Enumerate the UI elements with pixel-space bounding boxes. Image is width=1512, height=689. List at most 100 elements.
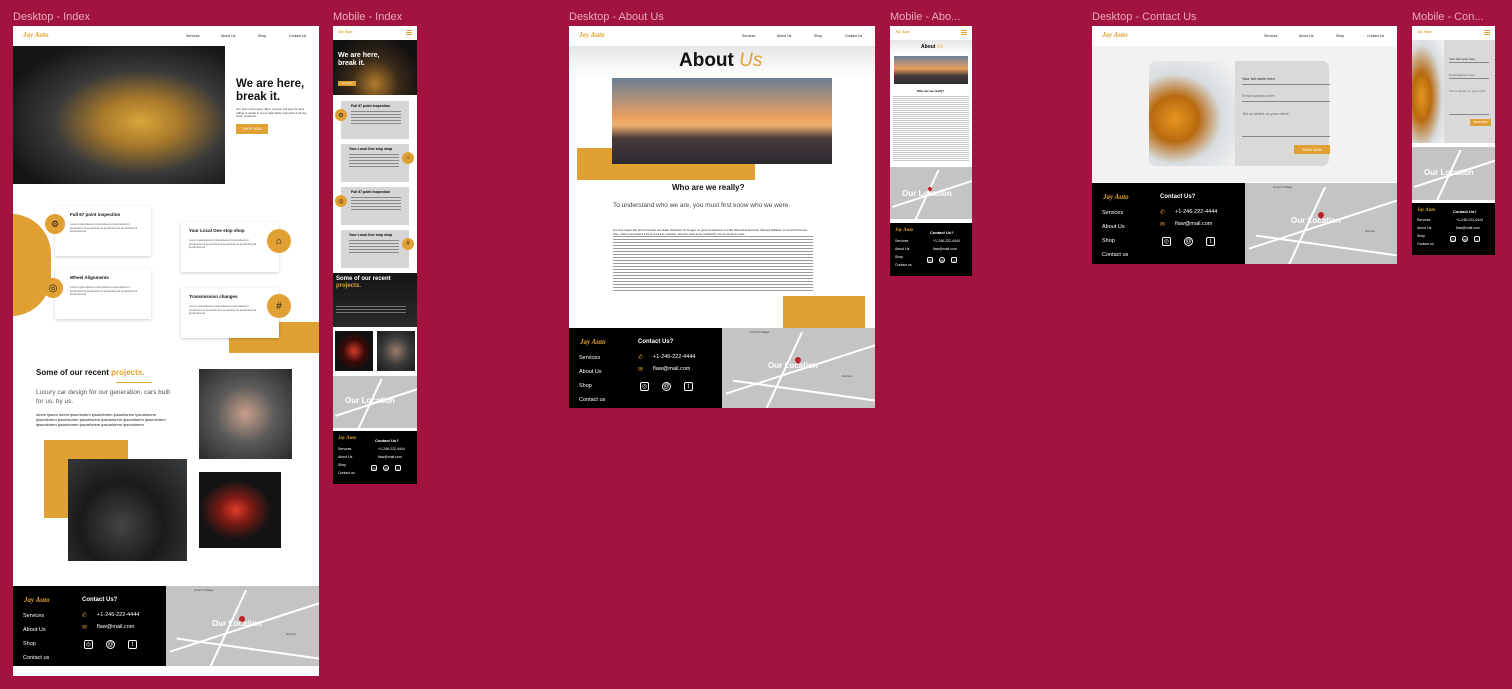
instagram-icon[interactable]: ◎ (371, 465, 377, 471)
footer-link-about[interactable]: About Us (338, 455, 352, 459)
footer-link-services[interactable]: Services (23, 613, 44, 619)
hamburger-menu-icon[interactable] (961, 30, 967, 35)
footer-link-services[interactable]: Services (579, 355, 600, 361)
threads-icon[interactable]: @ (106, 640, 115, 649)
footer-logo[interactable]: Jay Auto (580, 338, 606, 346)
nav-contact[interactable]: Contact Us (845, 34, 862, 38)
hamburger-menu-icon[interactable] (1484, 30, 1490, 35)
footer-email[interactable]: flaw@mail.com (1456, 226, 1480, 230)
footer-link-contact[interactable]: Contact us (1102, 252, 1128, 258)
logo[interactable]: Jay Auto (338, 29, 353, 34)
nav-services[interactable]: Services (186, 34, 199, 38)
send-now-button[interactable]: SEND NOW (1294, 145, 1330, 154)
nav-shop[interactable]: Shop (1336, 34, 1344, 38)
footer-phone[interactable]: +1-246-222-4444 (653, 354, 695, 360)
footer-logo[interactable]: Jay Auto (1103, 193, 1129, 201)
footer-link-services[interactable]: Services (895, 239, 908, 243)
twitter-icon[interactable]: t (684, 382, 693, 391)
message-field[interactable] (1242, 136, 1330, 137)
footer-link-contact[interactable]: Contact us (338, 471, 355, 475)
send-now-button[interactable]: SEND NOW (1470, 119, 1491, 126)
footer-link-about[interactable]: About Us (1417, 226, 1431, 230)
footer-link-contact[interactable]: Contact us (895, 263, 912, 267)
footer-link-shop[interactable]: Shop (1102, 238, 1115, 244)
instagram-icon[interactable]: ◎ (84, 640, 93, 649)
nav-about[interactable]: About Us (221, 34, 235, 38)
threads-icon[interactable]: @ (383, 465, 389, 471)
location-map[interactable]: Our Location Church Village Harrow (166, 586, 319, 666)
projects-body: lorem ipsum lorem ipsumlorem ipsumlorem … (36, 412, 166, 427)
nav-contact[interactable]: Contact Us (1367, 34, 1384, 38)
twitter-icon[interactable]: t (1206, 237, 1215, 246)
instagram-icon[interactable]: ◎ (640, 382, 649, 391)
threads-icon[interactable]: @ (1184, 237, 1193, 246)
footer-link-shop[interactable]: Shop (23, 641, 36, 647)
nav-shop[interactable]: Shop (258, 34, 266, 38)
logo[interactable]: Jay Auto (23, 31, 49, 39)
footer-link-services[interactable]: Services (1102, 210, 1123, 216)
logo[interactable]: Jay Auto (895, 29, 910, 34)
footer-email[interactable]: flaw@mail.com (97, 624, 134, 630)
footer-email[interactable]: flaw@mail.com (378, 455, 402, 459)
nav-shop[interactable]: Shop (814, 34, 822, 38)
email-field[interactable] (1449, 78, 1489, 79)
footer-email[interactable]: flaw@mail.com (933, 247, 957, 251)
threads-icon[interactable]: @ (1462, 236, 1468, 242)
footer-logo[interactable]: Jay Auto (1417, 208, 1435, 213)
footer-logo[interactable]: Jay Auto (895, 228, 913, 233)
nav-services[interactable]: Services (742, 34, 755, 38)
footer-phone[interactable]: +1-246-222-4444 (933, 239, 960, 243)
logo[interactable]: Jay Auto (1102, 31, 1128, 39)
location-map[interactable]: Our Location Church Village Harrow (722, 328, 875, 408)
instagram-icon[interactable]: ◎ (1162, 237, 1171, 246)
shop-now-button[interactable]: SHOP NOW (236, 124, 268, 134)
message-field-label: Tell us what's on your mind! (1242, 112, 1289, 116)
email-field[interactable] (1242, 101, 1330, 102)
threads-icon[interactable]: @ (662, 382, 671, 391)
footer-email[interactable]: flaw@mail.com (1175, 221, 1212, 227)
footer-phone[interactable]: +1-246-222-4444 (1456, 218, 1483, 222)
logo[interactable]: Jay Auto (579, 31, 605, 39)
footer-link-about[interactable]: About Us (579, 369, 602, 375)
footer-link-shop[interactable]: Shop (338, 463, 346, 467)
message-field[interactable] (1449, 114, 1489, 115)
footer-logo[interactable]: Jay Auto (24, 596, 50, 604)
footer-phone[interactable]: +1-246-222-4444 (97, 612, 139, 618)
name-field[interactable] (1242, 84, 1330, 85)
footer: Jay Auto Services About Us Shop Contact … (1092, 183, 1245, 264)
threads-icon[interactable]: @ (939, 257, 945, 263)
footer-link-shop[interactable]: Shop (579, 383, 592, 389)
footer-logo[interactable]: Jay Auto (338, 436, 356, 441)
footer-link-services[interactable]: Services (338, 447, 351, 451)
nav-contact[interactable]: Contact Us (289, 34, 306, 38)
footer-phone[interactable]: +1-246-222-4444 (378, 447, 405, 451)
twitter-icon[interactable]: t (395, 465, 401, 471)
footer-link-about[interactable]: About Us (1102, 224, 1125, 230)
nav-services[interactable]: Services (1264, 34, 1277, 38)
instagram-icon[interactable]: ◎ (1450, 236, 1456, 242)
logo[interactable]: Jay Auto (1417, 29, 1432, 34)
footer-link-shop[interactable]: Shop (895, 255, 903, 259)
footer-link-about[interactable]: About Us (895, 247, 909, 251)
footer-phone[interactable]: +1-246-222-4444 (1175, 209, 1217, 215)
footer-link-contact[interactable]: Contact us (23, 655, 49, 661)
location-map[interactable]: Our Location (333, 376, 417, 428)
footer-link-shop[interactable]: Shop (1417, 234, 1425, 238)
footer-email[interactable]: flaw@mail.com (653, 366, 690, 372)
nav-about[interactable]: About Us (777, 34, 791, 38)
footer-link-services[interactable]: Services (1417, 218, 1430, 222)
nav-about[interactable]: About Us (1299, 34, 1313, 38)
hamburger-menu-icon[interactable] (406, 30, 412, 35)
footer-link-contact[interactable]: Contact us (579, 397, 605, 403)
location-map[interactable]: Our Location (890, 167, 972, 219)
footer-link-contact[interactable]: Contact us (1417, 242, 1434, 246)
twitter-icon[interactable]: t (951, 257, 957, 263)
footer-link-about[interactable]: About Us (23, 627, 46, 633)
location-map[interactable]: Our Location Church Village Harrow (1245, 183, 1397, 264)
location-map[interactable]: Our Location (1412, 147, 1495, 200)
instagram-icon[interactable]: ◎ (927, 257, 933, 263)
twitter-icon[interactable]: t (128, 640, 137, 649)
shop-now-button[interactable]: SHOP NOW (338, 81, 356, 86)
twitter-icon[interactable]: t (1474, 236, 1480, 242)
name-field[interactable] (1449, 62, 1489, 63)
